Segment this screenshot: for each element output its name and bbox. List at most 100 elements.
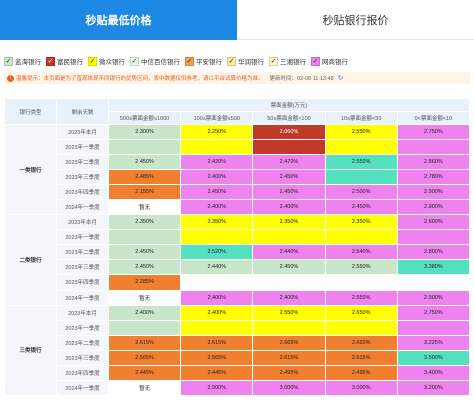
rate-cell[interactable]: 2.900%	[180, 379, 254, 396]
rate-cell[interactable]: 2.250%	[180, 123, 254, 141]
rate-cell[interactable]: 2.450%	[107, 259, 182, 276]
rate-cell[interactable]: 2.665%	[324, 334, 398, 351]
legend-item[interactable]: ✓ 蓝海银行	[4, 56, 41, 66]
rate-cell[interactable]: 2.450%	[252, 184, 326, 201]
rate-cell[interactable]: 2.750%	[396, 123, 471, 141]
rate-cell[interactable]: 2.450%	[107, 244, 182, 261]
rate-cell[interactable]: 2.400%	[180, 199, 254, 216]
rate-cell[interactable]: 2.440%	[252, 244, 326, 261]
rate-cell[interactable]: 2.615%	[180, 334, 254, 351]
rate-cell[interactable]: 2.615%	[107, 334, 182, 351]
checkbox-icon[interactable]: ✓	[269, 56, 278, 66]
rate-cell[interactable]: 2.495%	[252, 364, 326, 381]
tab-lowest-price[interactable]: 秒贴最低价格	[0, 0, 237, 40]
rate-cell[interactable]: 2.900%	[396, 184, 471, 201]
rate-cell[interactable]: 3.225%	[396, 334, 471, 351]
rate-cell[interactable]: 2.650%	[324, 304, 398, 321]
checkbox-icon[interactable]: ✓	[227, 56, 236, 66]
rate-cell[interactable]: 2.900%	[396, 289, 471, 306]
rate-cell[interactable]: 2.350%	[324, 214, 398, 231]
rate-cell[interactable]	[396, 319, 471, 336]
rate-cell[interactable]: 2.615%	[324, 349, 398, 366]
checkbox-icon[interactable]: ✓	[185, 56, 194, 66]
rate-cell[interactable]: 2.440%	[180, 259, 254, 276]
rate-cell[interactable]: 2.750%	[396, 304, 471, 321]
rate-cell[interactable]: 2.550%	[324, 259, 398, 276]
rate-cell[interactable]	[180, 229, 254, 246]
rate-cell[interactable]: 2.445%	[107, 364, 182, 381]
checkbox-icon[interactable]: ✓	[4, 56, 13, 66]
rate-cell[interactable]	[324, 319, 398, 336]
rate-cell[interactable]	[107, 319, 182, 336]
legend-item[interactable]: ✓ 中信百信银行	[130, 56, 180, 66]
rate-cell[interactable]: 2.860%	[396, 154, 471, 171]
rate-cell[interactable]: 2.485%	[107, 169, 182, 186]
rate-cell[interactable]	[396, 274, 471, 291]
rate-cell[interactable]: 2.450%	[252, 259, 326, 276]
checkbox-icon[interactable]: ✓	[311, 56, 320, 66]
rate-cell[interactable]: 3.000%	[252, 379, 326, 396]
rate-cell[interactable]	[252, 274, 326, 291]
rate-cell[interactable]: 2.540%	[324, 244, 398, 261]
rate-cell[interactable]: 2.565%	[180, 349, 254, 366]
rate-cell[interactable]: 暂无	[107, 379, 182, 396]
rate-cell[interactable]: 2.400%	[180, 304, 254, 321]
rate-cell[interactable]	[324, 274, 398, 291]
rate-cell[interactable]	[180, 274, 254, 291]
rate-cell[interactable]: 2.400%	[180, 169, 254, 186]
rate-cell[interactable]: 2.470%	[252, 154, 326, 171]
rate-cell[interactable]: 3.500%	[396, 349, 471, 366]
rate-cell[interactable]	[180, 139, 254, 156]
rate-cell[interactable]	[107, 229, 182, 246]
rate-cell[interactable]: 2.495%	[324, 364, 398, 381]
rate-cell[interactable]	[324, 169, 398, 186]
legend-item[interactable]: ✓ 三湘银行	[269, 56, 306, 66]
rate-cell[interactable]: 2.285%	[107, 274, 182, 291]
rate-cell[interactable]: 2.615%	[252, 349, 326, 366]
legend-item[interactable]: ✓ 华润银行	[227, 56, 264, 66]
rate-cell[interactable]: 暂无	[107, 199, 182, 216]
rate-cell[interactable]	[252, 319, 326, 336]
legend-item[interactable]: ✓ 网商银行	[311, 56, 348, 66]
legend-item[interactable]: ✓ 富民银行	[46, 56, 83, 66]
rate-cell[interactable]: 2.550%	[324, 123, 398, 141]
refresh-icon[interactable]: ↻	[338, 74, 344, 82]
rate-cell[interactable]: 2.800%	[396, 244, 471, 261]
rate-cell[interactable]: 3.400%	[396, 364, 471, 381]
rate-cell[interactable]: 2.600%	[396, 214, 471, 231]
rate-cell[interactable]: 2.450%	[180, 184, 254, 201]
rate-cell[interactable]: 2.155%	[107, 184, 182, 201]
rate-cell[interactable]: 2.420%	[180, 154, 254, 171]
rate-cell[interactable]: 2.400%	[180, 289, 254, 306]
rate-cell[interactable]: 2.445%	[180, 364, 254, 381]
rate-cell[interactable]: 2.450%	[107, 154, 182, 171]
checkbox-icon[interactable]: ✓	[46, 56, 55, 66]
rate-cell[interactable]	[324, 139, 398, 156]
rate-cell[interactable]	[252, 139, 326, 156]
checkbox-icon[interactable]: ✓	[88, 56, 97, 66]
rate-cell[interactable]: 2.400%	[252, 289, 326, 306]
checkbox-icon[interactable]: ✓	[130, 56, 139, 66]
rate-cell[interactable]: 3.000%	[324, 379, 398, 396]
rate-cell[interactable]	[107, 139, 182, 156]
rate-cell[interactable]: 2.520%	[180, 244, 254, 261]
rate-cell[interactable]: 2.665%	[252, 334, 326, 351]
rate-cell[interactable]	[180, 319, 254, 336]
rate-cell[interactable]: 2.400%	[252, 199, 326, 216]
rate-cell[interactable]: 3.200%	[396, 379, 471, 396]
rate-cell[interactable]: 2.550%	[324, 154, 398, 171]
rate-cell[interactable]: 2.450%	[252, 169, 326, 186]
rate-cell[interactable]: 2.300%	[107, 123, 182, 141]
rate-cell[interactable]: 2.350%	[180, 214, 254, 231]
rate-cell[interactable]: 2.350%	[107, 214, 182, 231]
legend-item[interactable]: ✓ 平安银行	[185, 56, 222, 66]
rate-cell[interactable]: 2.350%	[252, 214, 326, 231]
rate-cell[interactable]: 2.550%	[324, 289, 398, 306]
rate-cell[interactable]	[396, 229, 471, 246]
tab-bank-quotes[interactable]: 秒贴银行报价	[237, 0, 474, 40]
legend-item[interactable]: ✓ 微众银行	[88, 56, 125, 66]
rate-cell[interactable]	[324, 229, 398, 246]
rate-cell[interactable]: 2.500%	[324, 184, 398, 201]
rate-cell[interactable]: 暂无	[107, 289, 182, 306]
rate-cell[interactable]: 2.450%	[324, 199, 398, 216]
